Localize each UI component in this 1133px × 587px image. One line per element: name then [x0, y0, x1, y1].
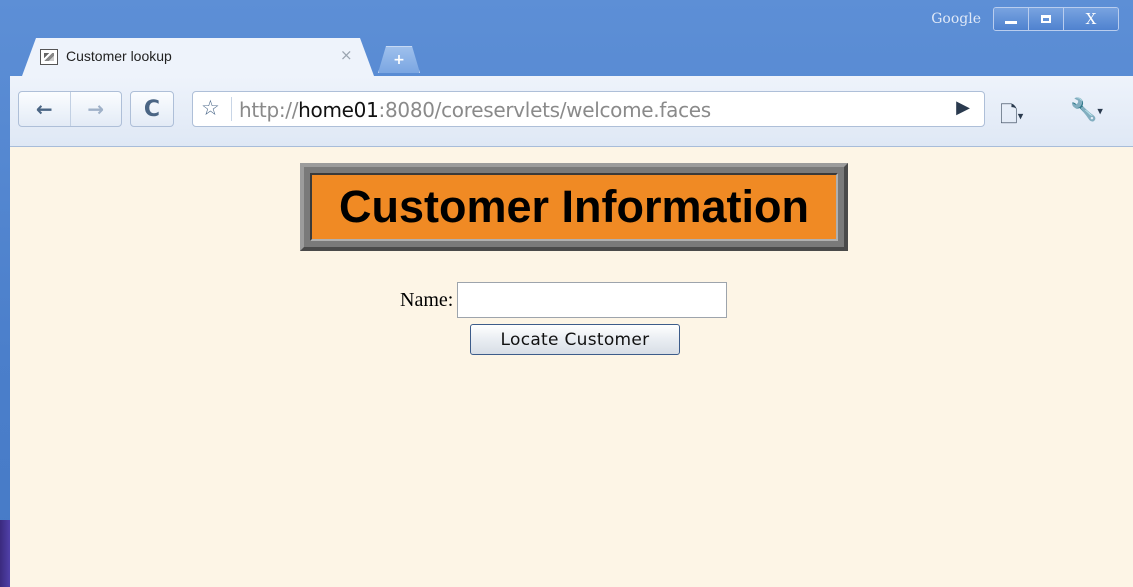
go-icon[interactable]: ▶	[956, 97, 970, 118]
page-menu-button[interactable]: 🗋▾	[1000, 98, 1023, 136]
heading-frame: Customer Information	[300, 163, 848, 251]
maximize-icon	[1041, 15, 1051, 23]
name-input[interactable]	[457, 282, 728, 318]
tools-menu-button[interactable]: 🔧▾	[1070, 98, 1103, 123]
window-control-group: X	[993, 7, 1119, 31]
minimize-icon	[1005, 20, 1017, 24]
minimize-button[interactable]	[994, 8, 1028, 30]
locate-customer-button[interactable]: Locate Customer	[470, 324, 680, 355]
address-bar[interactable]: ☆ http://home01:8080/coreservlets/welcom…	[192, 91, 985, 127]
forward-button[interactable]: →	[69, 92, 122, 126]
new-tab-button[interactable]: +	[378, 46, 420, 73]
tab-title: Customer lookup	[66, 48, 172, 64]
nav-buttons: ← →	[18, 91, 122, 127]
forward-arrow-icon: →	[87, 97, 105, 121]
reload-icon: C	[143, 96, 161, 122]
page-icon: 🗋	[1000, 103, 1018, 128]
wrench-icon: 🔧	[1070, 98, 1098, 123]
tab-close-icon[interactable]: ×	[340, 46, 353, 64]
bookmark-star-icon[interactable]: ☆	[201, 96, 220, 120]
url-host: home01	[298, 98, 379, 122]
chevron-down-icon: ▾	[1097, 104, 1103, 118]
url-path: :8080/coreservlets/welcome.faces	[378, 98, 712, 122]
maximize-button[interactable]	[1028, 8, 1063, 30]
url-scheme: http://	[239, 98, 299, 122]
name-label: Name:	[400, 288, 454, 311]
page-content: Customer Information Name: Locate Custom…	[10, 147, 1133, 587]
brand-label: Google	[931, 11, 981, 27]
back-button[interactable]: ←	[19, 97, 70, 121]
address-divider	[231, 97, 232, 121]
browser-toolbar: ← → C ☆ http://home01:8080/coreservlets/…	[10, 76, 1133, 147]
name-form-row: Name:	[400, 282, 728, 318]
url-text[interactable]: http://home01:8080/coreservlets/welcome.…	[239, 98, 711, 122]
window-controls: Google X	[931, 6, 1119, 32]
page-favicon-icon	[40, 49, 58, 65]
plus-icon: +	[393, 52, 405, 68]
page-title: Customer Information	[338, 181, 810, 232]
browser-window: Google X Customer lookup × + ← → C ☆ htt…	[0, 0, 1133, 587]
heading-panel: Customer Information	[310, 173, 838, 241]
chevron-down-icon: ▾	[1017, 109, 1024, 123]
reload-button[interactable]: C	[130, 91, 174, 127]
back-arrow-icon: ←	[35, 97, 53, 121]
close-window-button[interactable]: X	[1063, 8, 1118, 30]
desktop-background-strip	[0, 520, 10, 587]
close-window-icon: X	[1085, 10, 1097, 28]
